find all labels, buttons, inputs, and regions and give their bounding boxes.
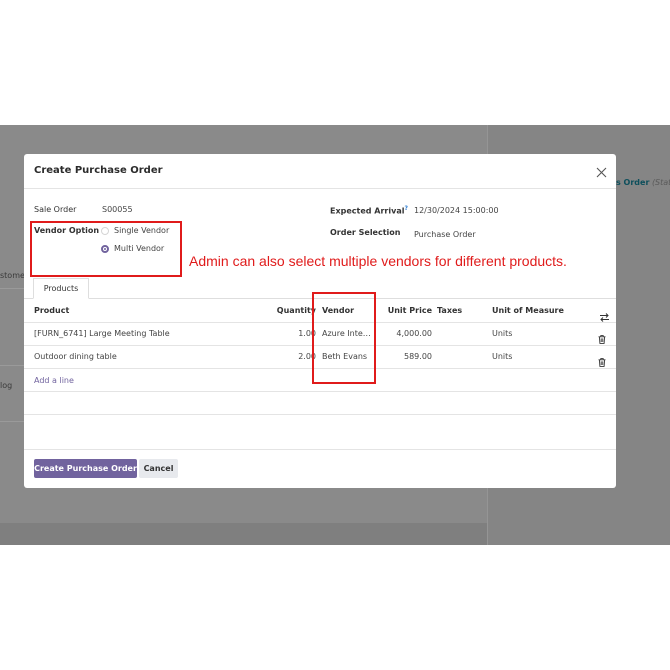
background-divider xyxy=(0,421,26,422)
add-line-link[interactable]: Add a line xyxy=(34,376,74,385)
column-header-taxes[interactable]: Taxes xyxy=(437,306,462,315)
background-label-log: log xyxy=(0,381,13,390)
sale-order-label: Sale Order xyxy=(34,205,77,214)
annotation-text: Admin can also select multiple vendors f… xyxy=(189,253,567,269)
table-divider xyxy=(24,391,616,392)
row-quantity[interactable]: 1.00 xyxy=(274,329,316,338)
close-icon[interactable] xyxy=(595,164,608,178)
background-label-customer: stome xyxy=(0,271,25,280)
help-icon[interactable]: ? xyxy=(404,205,407,212)
annotation-box-vendor-option xyxy=(30,221,182,277)
order-selection-label: Order Selection xyxy=(330,228,401,237)
annotation-box-vendor-column xyxy=(312,292,376,384)
create-purchase-order-button[interactable]: Create Purchase Order xyxy=(34,459,137,478)
cancel-button[interactable]: Cancel xyxy=(139,459,178,478)
trash-icon[interactable] xyxy=(598,352,606,367)
table-divider xyxy=(24,414,616,415)
row-unit-price[interactable]: 589.00 xyxy=(384,352,432,361)
row-product[interactable]: Outdoor dining table xyxy=(34,352,117,361)
background-status-text: (Stat xyxy=(651,178,670,187)
row-product[interactable]: [FURN_6741] Large Meeting Table xyxy=(34,329,170,338)
column-header-quantity[interactable]: Quantity xyxy=(274,306,316,315)
background-order-link: s Order (Stat xyxy=(616,178,670,187)
column-header-product[interactable]: Product xyxy=(34,306,69,315)
background-divider xyxy=(0,288,26,289)
sale-order-value: S00055 xyxy=(102,205,133,214)
expected-arrival-label-text: Expected Arrival xyxy=(330,206,405,216)
row-uom[interactable]: Units xyxy=(492,352,512,361)
row-unit-price[interactable]: 4,000.00 xyxy=(384,329,432,338)
order-selection-select[interactable]: Purchase Order xyxy=(414,230,476,239)
row-uom[interactable]: Units xyxy=(492,329,512,338)
column-settings-icon[interactable] xyxy=(600,307,609,322)
expected-arrival-label: Expected Arrival? xyxy=(330,205,408,216)
background-divider xyxy=(0,365,26,366)
page: stome log s Order (Stat Create Purchase … xyxy=(0,0,670,670)
trash-icon[interactable] xyxy=(598,329,606,344)
dialog-title: Create Purchase Order xyxy=(34,165,163,176)
background-order-text: s Order xyxy=(616,178,650,187)
tab-products[interactable]: Products xyxy=(33,278,89,299)
dialog-footer-divider xyxy=(24,449,616,450)
column-header-unit-of-measure[interactable]: Unit of Measure xyxy=(492,306,564,315)
expected-arrival-input[interactable]: 12/30/2024 15:00:00 xyxy=(414,206,499,215)
row-quantity[interactable]: 2.00 xyxy=(274,352,316,361)
column-header-unit-price[interactable]: Unit Price xyxy=(384,306,432,315)
dialog-header: Create Purchase Order xyxy=(24,154,616,189)
